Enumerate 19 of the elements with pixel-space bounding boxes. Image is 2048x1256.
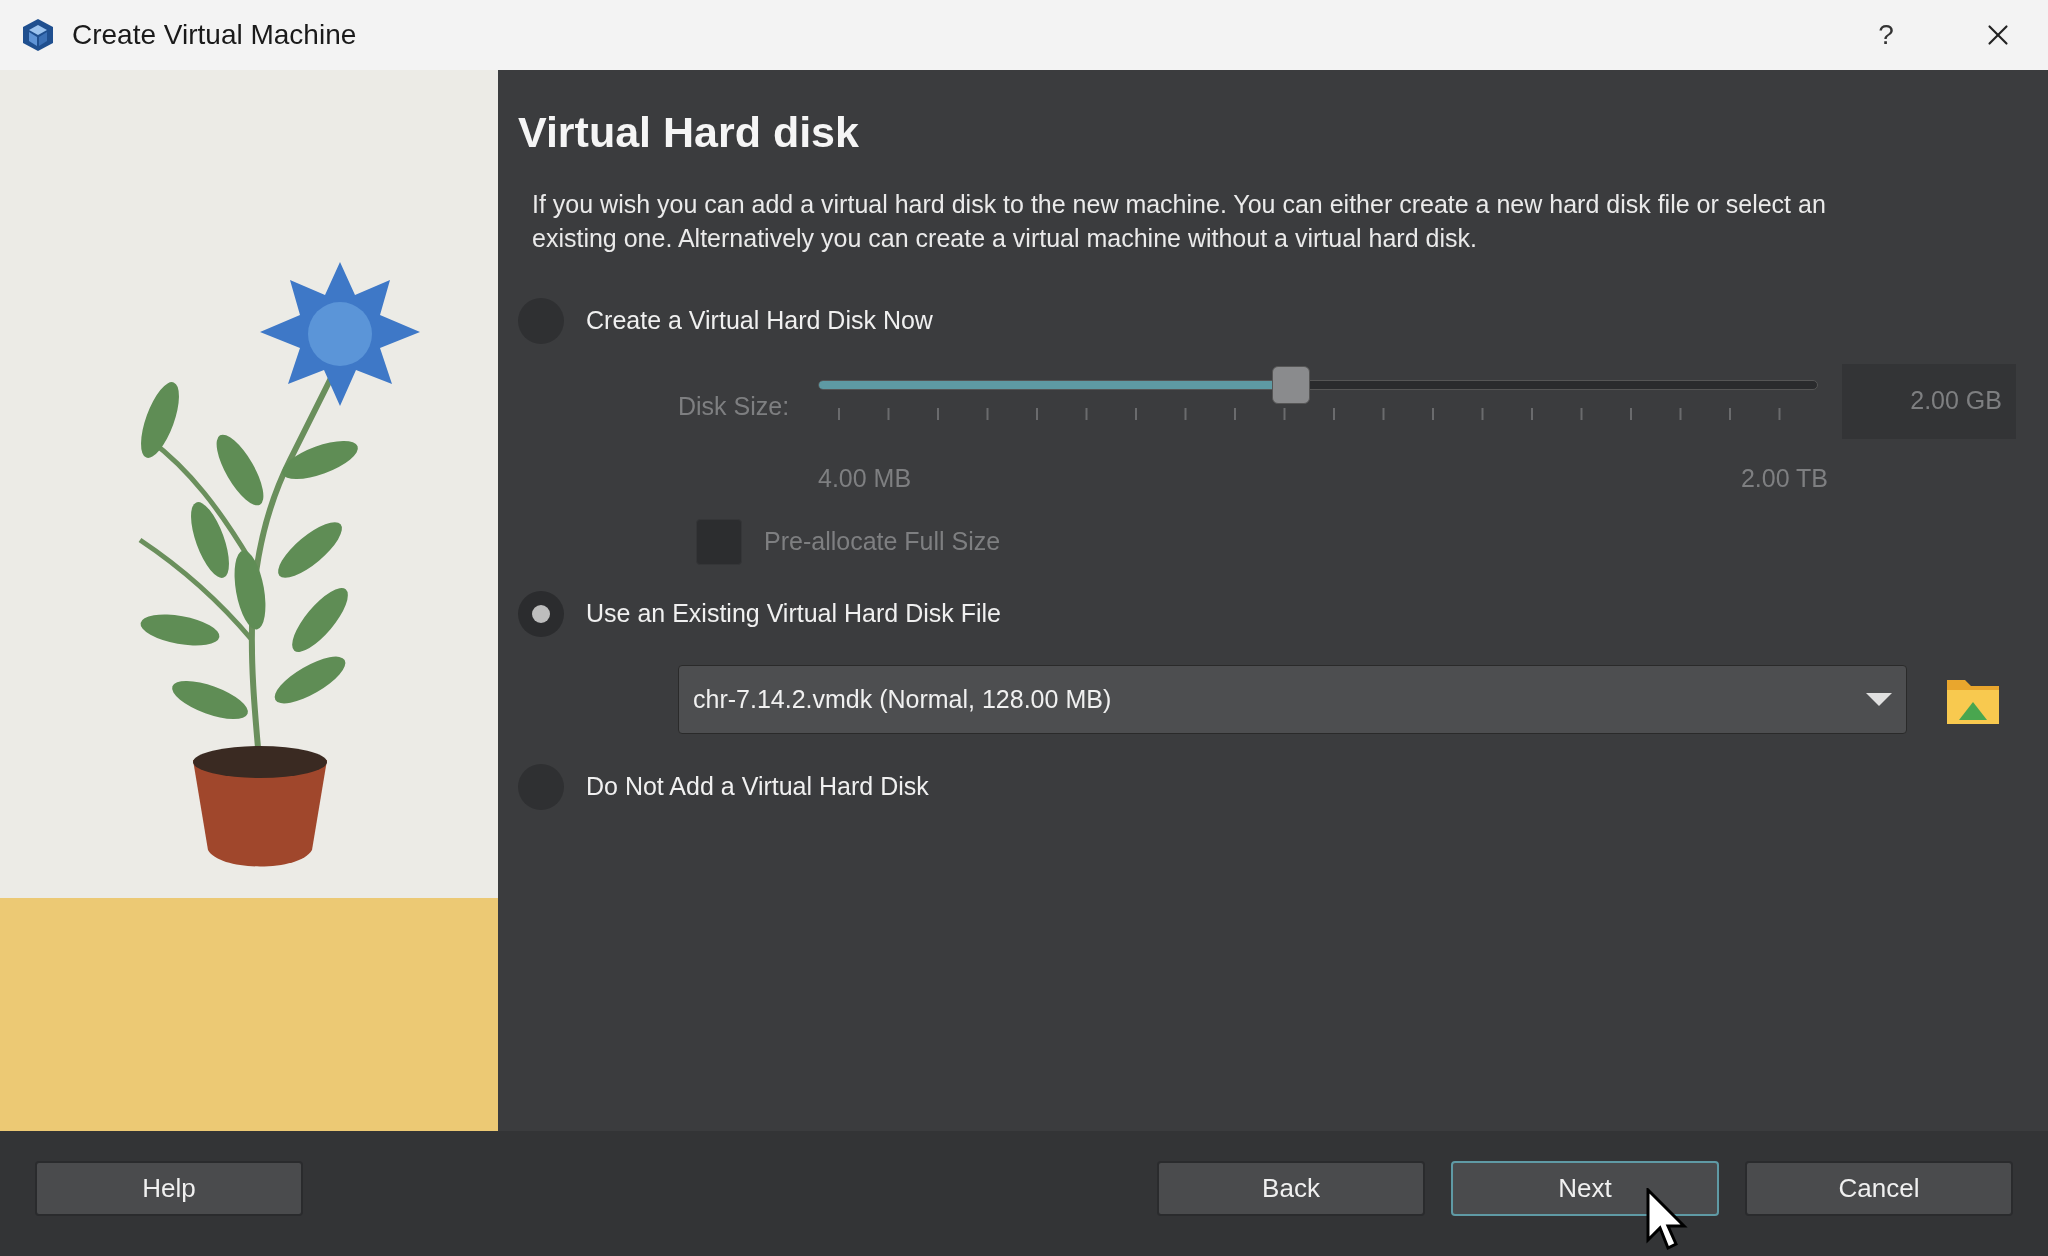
description-text: If you wish you can add a virtual hard disk to the new machine. You can either create a new hard disk file or select an existing one. Alternatively you can create a virtual machine without a virtual hard disk. bbox=[532, 188, 1827, 254]
radio-button[interactable] bbox=[518, 591, 564, 637]
min-size-label: 4.00 MB bbox=[818, 462, 912, 494]
disk-file-dropdown[interactable]: chr-7.14.2.vmdk (Normal, 128.00 MB) bbox=[678, 665, 1907, 734]
dialog-button[interactable]: Back bbox=[1157, 1161, 1425, 1216]
max-size-label: 2.00 TB bbox=[1740, 462, 1828, 494]
radio-label: Use an Existing Virtual Hard Disk File bbox=[586, 598, 1001, 630]
radio-label: Create a Virtual Hard Disk Now bbox=[586, 304, 933, 336]
window-title: Create Virtual Machine bbox=[72, 18, 357, 52]
help-button[interactable]: ? bbox=[1856, 5, 1916, 65]
disk-size-label: Disk Size: bbox=[678, 390, 791, 422]
dialog-button[interactable]: Next bbox=[1451, 1161, 1719, 1216]
page-heading: Virtual Hard disk bbox=[518, 107, 860, 158]
cube-logo-icon bbox=[20, 17, 56, 53]
checkbox-label: Pre-allocate Full Size bbox=[764, 526, 1001, 558]
dialog-button[interactable]: Help bbox=[35, 1161, 303, 1216]
dialog-button[interactable]: Cancel bbox=[1745, 1161, 2013, 1216]
radio-label: Do Not Add a Virtual Hard Disk bbox=[586, 771, 929, 803]
caret-icon bbox=[1866, 692, 1892, 707]
